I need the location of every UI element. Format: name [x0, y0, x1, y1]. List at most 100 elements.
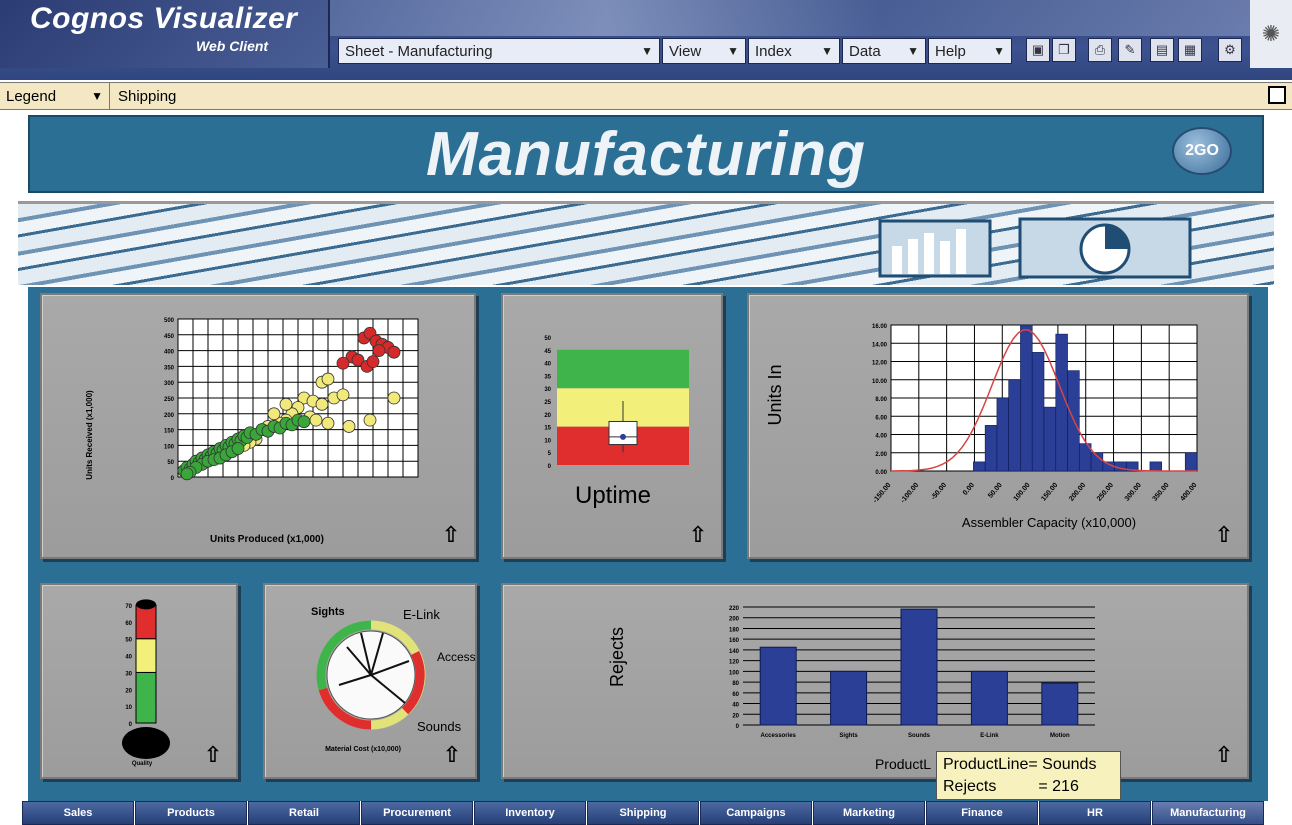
scatter-chart: Units Received (x1,000) Units Produced (… — [85, 318, 419, 545]
radial-gauge-panel[interactable]: Sights E-Link Accessorie... Sounds Mater… — [263, 583, 506, 779]
scatter-xlabel: Units Produced (x1,000) — [210, 534, 324, 545]
chevron-down-icon: ▼ — [91, 89, 103, 103]
rejects-xtick: Sights — [839, 733, 858, 739]
histogram-bar — [1031, 352, 1045, 472]
histogram-xtick: -150.00 — [872, 482, 893, 505]
uptime-band — [557, 349, 689, 389]
rejects-ytick: 20 — [732, 713, 739, 719]
edit-icon[interactable]: ✎ — [1118, 38, 1142, 62]
save-icon[interactable]: ▣ — [1026, 38, 1050, 62]
histogram-bar — [996, 397, 1009, 472]
thermometer-panel[interactable]: Quality 0 10 20 30 40 50 60 70 ⇧ — [40, 583, 238, 779]
home-icon[interactable]: ⇧ — [200, 743, 226, 769]
window-toggle-icon[interactable] — [1268, 86, 1286, 104]
histogram-ytick: 2.00 — [875, 452, 887, 458]
dashboard-grid: Units Received (x1,000) Units Produced (… — [28, 287, 1268, 801]
app-title: Cognos Visualizer — [30, 2, 298, 35]
scatter-point — [309, 413, 323, 427]
uptime-ytick: 15 — [544, 426, 551, 432]
thermometer-tick: 70 — [125, 604, 132, 610]
home-icon[interactable]: ⇧ — [1211, 523, 1237, 549]
go-badge[interactable]: 2GO — [1172, 127, 1232, 175]
home-icon[interactable]: ⇧ — [685, 523, 711, 549]
histogram-xtick: 0.00 — [962, 482, 976, 497]
grid-icon[interactable]: ▦ — [1178, 38, 1202, 62]
settings-icon[interactable]: ⚙ — [1218, 38, 1242, 62]
thermometer-band-yellow — [135, 638, 157, 673]
scatter-panel[interactable]: Units Received (x1,000) Units Produced (… — [40, 293, 476, 559]
rejects-xtick: E-Link — [980, 733, 999, 739]
data-menu-label: Data — [849, 42, 881, 60]
radial-label-sights: Sights — [311, 606, 345, 618]
histogram-bar — [984, 425, 998, 472]
scatter-point — [372, 344, 386, 357]
histogram-ytick: 16.00 — [872, 324, 888, 330]
index-menu[interactable]: Index ▼ — [748, 38, 840, 64]
uptime-ytick: 50 — [544, 336, 551, 342]
histogram-ytick: 12.00 — [872, 361, 888, 367]
home-icon[interactable]: ⇧ — [1211, 743, 1237, 769]
scatter-point — [315, 397, 329, 411]
tab-campaigns[interactable]: Campaigns — [700, 801, 812, 825]
thermometer-band-green — [135, 671, 157, 724]
rejects-ytick: 220 — [729, 606, 740, 612]
histogram-ytick: 8.00 — [875, 397, 887, 403]
tooltip-product-line: ProductLine= Sounds — [943, 756, 1097, 773]
rejects-bar — [759, 646, 797, 726]
histogram-xtick: 100.00 — [1012, 482, 1031, 503]
thermometer-tick: 40 — [125, 655, 132, 661]
rejects-ytick: 80 — [732, 681, 739, 687]
uptime-panel[interactable]: Uptime 0 5 10 15 20 25 30 35 40 45 50 ⇧ — [501, 293, 723, 559]
scatter-point — [279, 397, 293, 411]
tab-hr[interactable]: HR — [1039, 801, 1151, 825]
rejects-ytick: 160 — [729, 638, 740, 644]
scatter-point — [231, 442, 245, 455]
view-menu[interactable]: View ▼ — [662, 38, 746, 64]
tab-procurement[interactable]: Procurement — [361, 801, 473, 825]
histogram-bar — [1149, 461, 1162, 472]
histogram-bar — [1043, 406, 1057, 472]
histogram-xtick: -100.00 — [900, 482, 921, 505]
chevron-down-icon: ▼ — [821, 44, 833, 58]
data-menu[interactable]: Data ▼ — [842, 38, 926, 64]
home-icon[interactable]: ⇧ — [438, 523, 464, 549]
scatter-point — [342, 420, 356, 433]
tooltip-rejects-label: Rejects — [943, 778, 997, 795]
rejects-xtick: Sounds — [908, 733, 931, 739]
sheet-selector[interactable]: Sheet - Manufacturing ▼ — [338, 38, 660, 64]
page-header: Manufacturing 2GO — [28, 115, 1264, 193]
thermometer-band-red — [135, 604, 157, 640]
thermometer-tick: 10 — [125, 705, 132, 711]
histogram-ytick: 10.00 — [872, 379, 888, 385]
tab-marketing[interactable]: Marketing — [813, 801, 925, 825]
tab-sales[interactable]: Sales — [22, 801, 134, 825]
help-menu[interactable]: Help ▼ — [928, 38, 1012, 64]
histogram-xtick: 350.00 — [1152, 482, 1171, 503]
rejects-bar — [900, 608, 938, 726]
scatter-ytick: 500 — [164, 318, 175, 324]
tab-inventory[interactable]: Inventory — [474, 801, 586, 825]
app-window: Cognos Visualizer Web Client Sheet - Man… — [0, 0, 1292, 825]
home-icon[interactable]: ⇧ — [439, 743, 465, 769]
tab-products[interactable]: Products — [135, 801, 247, 825]
tab-manufacturing[interactable]: Manufacturing — [1152, 801, 1264, 825]
legend-dropdown[interactable]: Legend ▼ — [0, 83, 110, 109]
decorative-chart-icons — [878, 217, 1192, 279]
thermometer-bulb — [122, 727, 170, 759]
scatter-point — [297, 415, 311, 429]
sheet-tabs: Sales Products Retail Procurement Inventory S… — [0, 801, 1292, 825]
histogram-panel[interactable]: Units In Assembler Capacity (x10,000) 0.… — [747, 293, 1249, 559]
uptime-mean — [620, 433, 626, 440]
tab-retail[interactable]: Retail — [248, 801, 360, 825]
rejects-ytick: 60 — [732, 692, 739, 698]
tab-finance[interactable]: Finance — [926, 801, 1038, 825]
histogram-xtick: 400.00 — [1179, 482, 1198, 503]
layout-icon[interactable]: ▤ — [1150, 38, 1174, 62]
copy-icon[interactable]: ❐ — [1052, 38, 1076, 62]
histogram-ylabel: Units In — [765, 364, 785, 425]
tab-shipping[interactable]: Shipping — [587, 801, 699, 825]
rejects-panel[interactable]: Rejects ProductL 0 20 40 60 80 100 120 140 160 18… — [501, 583, 1249, 779]
scatter-ytick: 350 — [164, 365, 175, 371]
print-icon[interactable]: ⎙ — [1088, 38, 1112, 62]
page-title: Manufacturing — [425, 120, 867, 189]
